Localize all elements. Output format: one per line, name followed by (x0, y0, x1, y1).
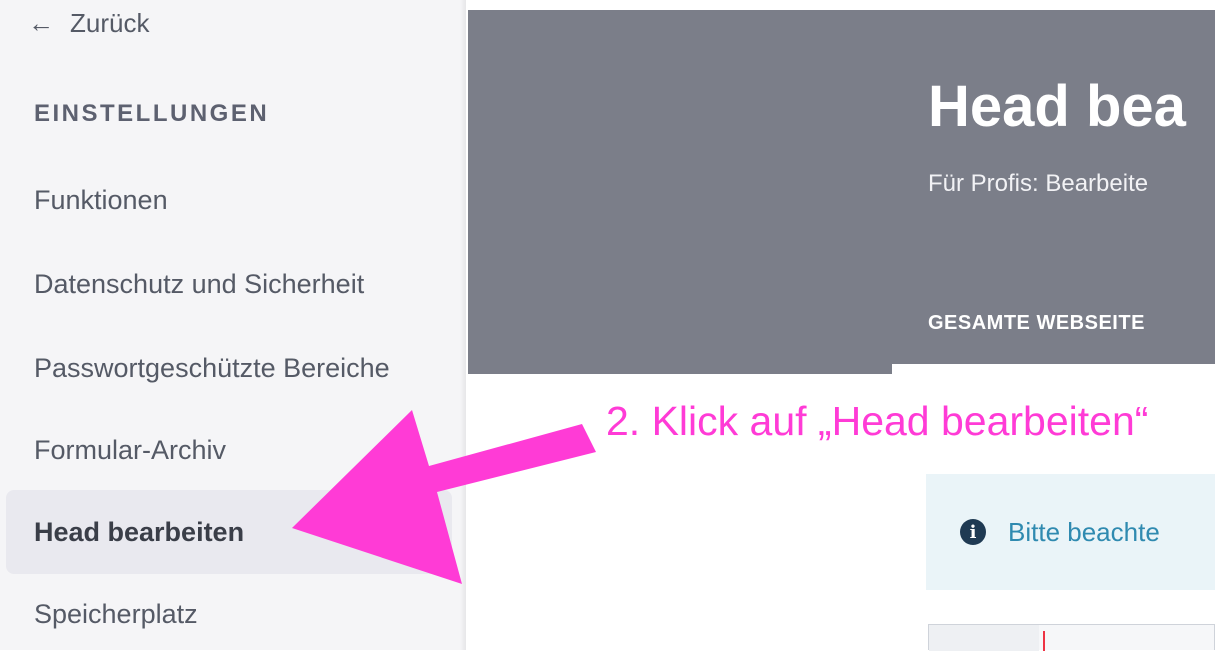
page-subtitle: Für Profis: Bearbeite (928, 170, 1149, 197)
sidebar-item-speicherplatz[interactable]: Speicherplatz (6, 572, 452, 656)
sidebar-item-datenschutz[interactable]: Datenschutz und Sicherheit (6, 242, 452, 326)
tab-gesamte-webseite[interactable]: GESAMTE WEBSEITE (892, 290, 1215, 374)
annotation-text: 2. Klick auf „Head bearbeiten“ (606, 398, 1149, 444)
notice-text: Bitte beachte (1008, 516, 1160, 547)
back-label: Zurück (70, 8, 150, 38)
page-title: Head bea (928, 74, 1186, 139)
sidebar-item-funktionen[interactable]: Funktionen (6, 158, 452, 242)
notice-box: i Bitte beachte (926, 474, 1215, 590)
arrow-left-icon: ← (28, 8, 54, 38)
sidebar-item-formular-archiv[interactable]: Formular-Archiv (6, 408, 452, 492)
sidebar-item-head-bearbeiten[interactable]: Head bearbeiten (6, 490, 452, 574)
back-link[interactable]: ← Zurück (28, 8, 149, 39)
sidebar-item-passwort-bereiche[interactable]: Passwortgeschützte Bereiche (6, 326, 452, 410)
section-title: EINSTELLUNGEN (34, 100, 270, 127)
code-editor[interactable] (928, 624, 1215, 651)
info-icon: i (960, 519, 986, 545)
sidebar: ← Zurück EINSTELLUNGEN Funktionen Datens… (0, 0, 466, 650)
tab-active-indicator (892, 364, 1215, 374)
editor-gutter (929, 625, 1039, 651)
editor-cursor (1043, 631, 1045, 651)
